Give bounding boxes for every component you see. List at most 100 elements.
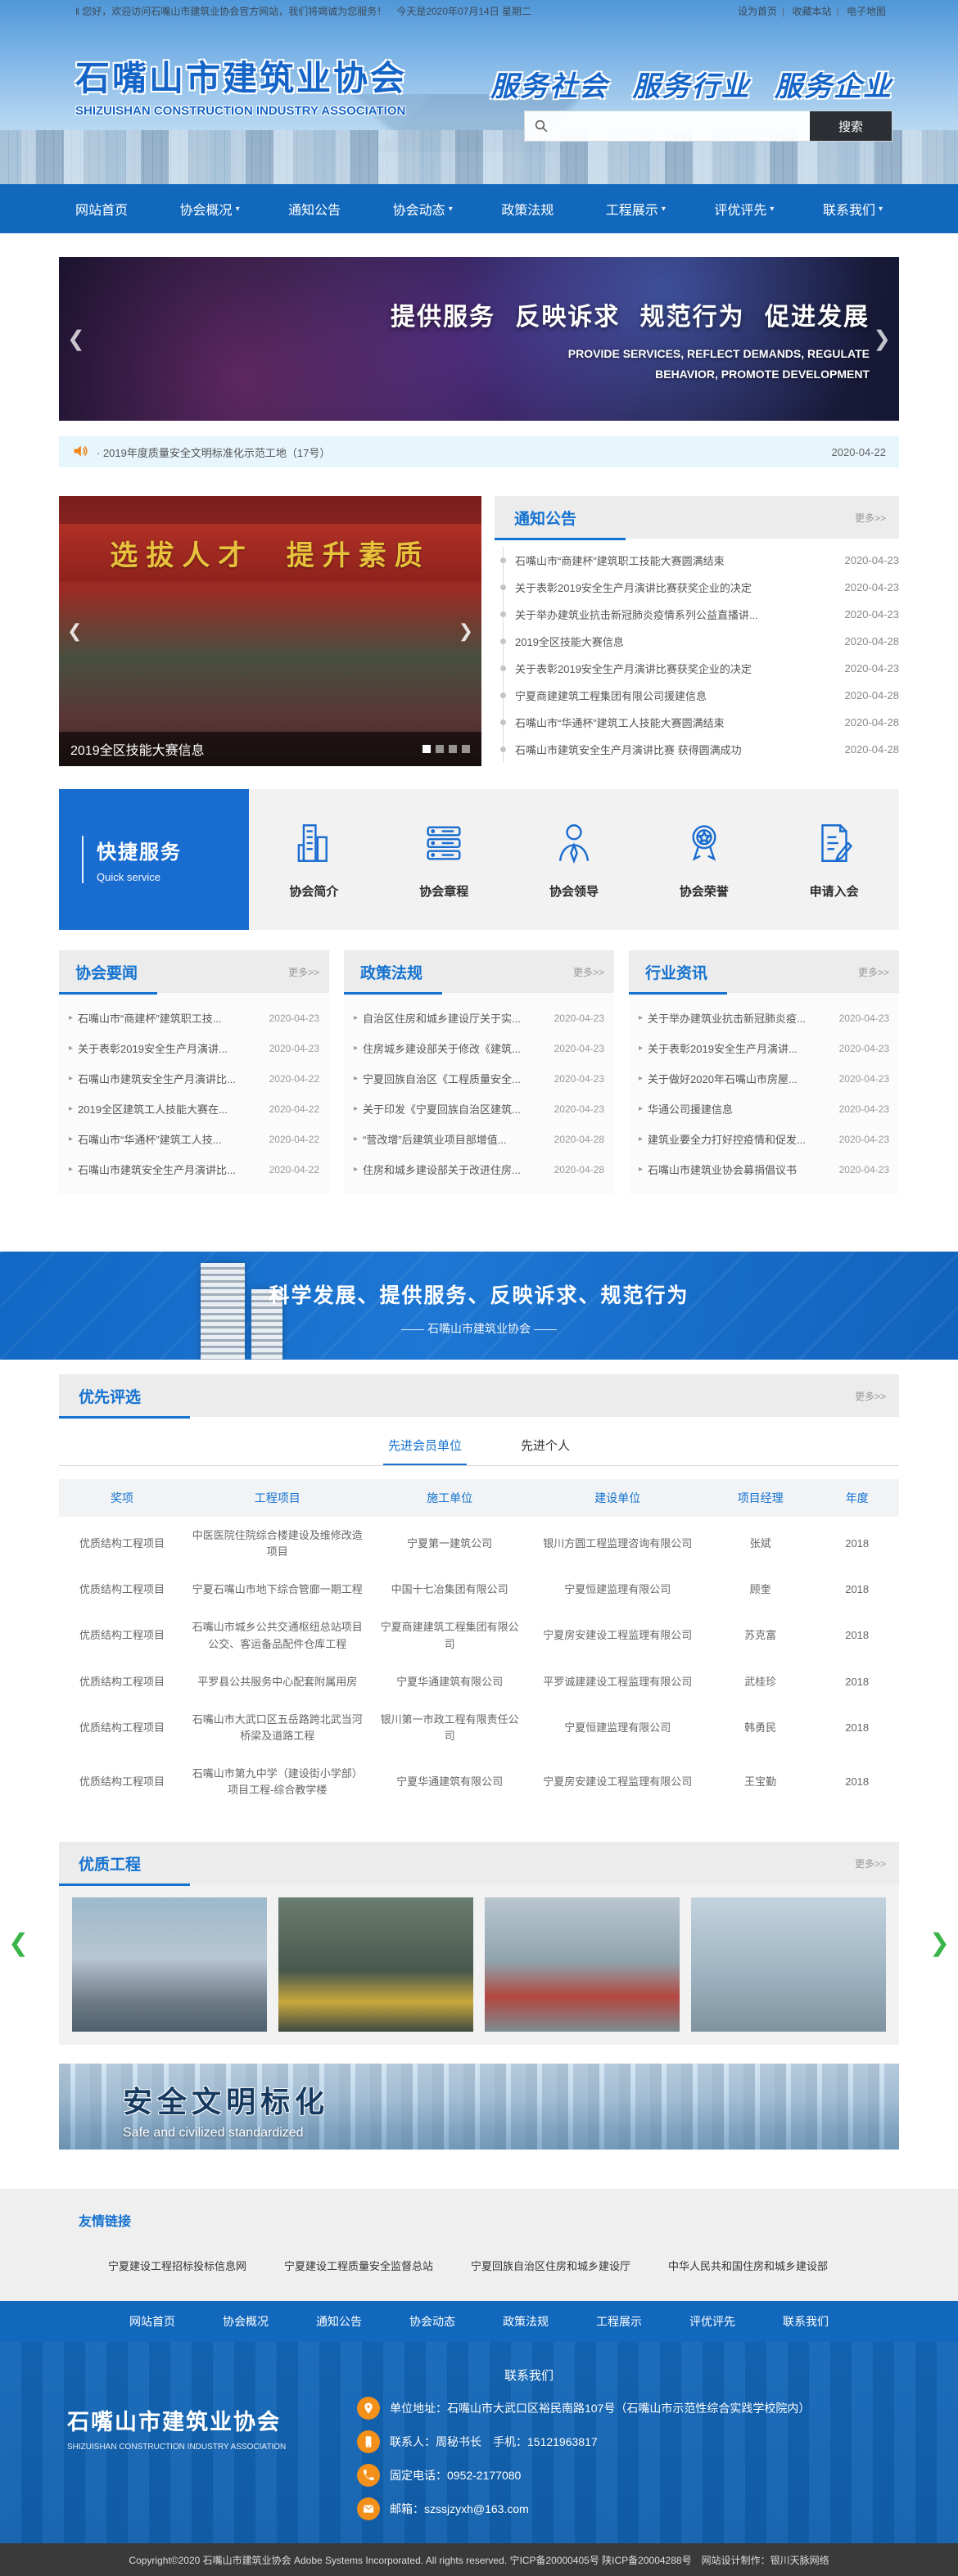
footer-nav-awards[interactable]: 评优评先: [689, 2313, 735, 2330]
list-item[interactable]: 石嘴山市“商建杯”建筑职工技能大赛圆满结束2020-04-23: [503, 547, 899, 574]
banner-subtitle: PROVIDE SERVICES, REFLECT DEMANDS, REGUL…: [391, 344, 870, 385]
project-photo[interactable]: [278, 1897, 473, 2032]
list-item[interactable]: ▸石嘴山市建筑业协会募捐倡议书2020-04-23: [639, 1154, 889, 1184]
arrow-bullet-icon: ▸: [354, 1074, 358, 1083]
carousel-next-arrow[interactable]: ❯: [459, 620, 473, 642]
list-item[interactable]: ▸宁夏回族自治区《工程质量安全...2020-04-23: [354, 1063, 604, 1094]
today-date: 今天是2020年07月14日 星期二: [396, 6, 531, 17]
carousel-dot[interactable]: [423, 745, 431, 753]
friend-link[interactable]: 中华人民共和国住房和城乡建设部: [668, 2258, 828, 2273]
news-column-header: 政策法规 更多>>: [344, 950, 614, 993]
friend-link[interactable]: 宁夏回族自治区住房和城乡建设厅: [471, 2258, 630, 2273]
list-item[interactable]: 关于表彰2019安全生产月演讲比赛获奖企业的决定2020-04-23: [503, 574, 899, 601]
list-item[interactable]: ▸住房城乡建设部关于修改《建筑...2020-04-23: [354, 1033, 604, 1063]
carousel-prev-arrow[interactable]: ❮: [67, 620, 82, 642]
quick-item-charter[interactable]: 协会章程: [419, 819, 468, 900]
list-item[interactable]: ▸自治区住房和城乡建设厅关于实...2020-04-23: [354, 1003, 604, 1033]
tab-advanced-member-units[interactable]: 先进会员单位: [383, 1423, 467, 1465]
nav-item-notices[interactable]: 通知公告: [288, 199, 344, 219]
list-item[interactable]: ▸建筑业要全力打好控疫情和促发...2020-04-23: [639, 1124, 889, 1154]
carousel-dot[interactable]: [436, 745, 444, 753]
friend-link[interactable]: 宁夏建设工程招标投标信息网: [108, 2258, 246, 2273]
footer-logo-title: 石嘴山市建筑业协会: [67, 2404, 329, 2436]
arrow-bullet-icon: ▸: [639, 1135, 643, 1144]
more-link[interactable]: 更多>>: [288, 965, 319, 979]
quality-next-arrow[interactable]: ❯: [929, 1929, 950, 1958]
more-link[interactable]: 更多>>: [855, 1389, 886, 1403]
list-item[interactable]: ▸住房和城乡建设部关于改进住房...2020-04-28: [354, 1154, 604, 1184]
location-pin-icon: [357, 2397, 380, 2420]
search-input[interactable]: [558, 111, 810, 141]
list-item[interactable]: ▸华通公司援建信息2020-04-23: [639, 1094, 889, 1124]
bullet-dot-icon: [500, 611, 506, 617]
nav-item-contact[interactable]: 联系我们▾: [823, 199, 883, 219]
tab-advanced-individuals[interactable]: 先进个人: [516, 1423, 575, 1465]
list-item[interactable]: ▸关于做好2020年石嘴山市房屋...2020-04-23: [639, 1063, 889, 1094]
set-homepage-link[interactable]: 设为首页: [738, 6, 777, 17]
footer-nav-contact[interactable]: 联系我们: [783, 2313, 829, 2330]
search-button[interactable]: 搜索: [810, 111, 892, 141]
list-item[interactable]: 石嘴山市“华通杯”建筑工人技能大赛圆满结束2020-04-28: [503, 709, 899, 736]
list-item[interactable]: 2019全区技能大赛信息2020-04-28: [503, 628, 899, 655]
list-item[interactable]: ▸石嘴山市建筑安全生产月演讲比...2020-04-22: [69, 1063, 319, 1094]
sitemap-link[interactable]: 电子地图: [847, 6, 886, 17]
banner-next-arrow[interactable]: ❯: [873, 327, 891, 352]
quick-item-apply-membership[interactable]: 申请入会: [810, 819, 859, 900]
more-link[interactable]: 更多>>: [573, 965, 604, 979]
footer-nav-notices[interactable]: 通知公告: [316, 2313, 362, 2330]
list-item[interactable]: 关于举办建筑业抗击新冠肺炎疫情系列公益直播讲...2020-04-23: [503, 601, 899, 628]
news-column-policies: 政策法规 更多>> ▸自治区住房和城乡建设厅关于实...2020-04-23 ▸…: [344, 950, 614, 1194]
list-item[interactable]: ▸关于举办建筑业抗击新冠肺炎疫...2020-04-23: [639, 1003, 889, 1033]
more-link[interactable]: 更多>>: [855, 511, 886, 525]
list-item[interactable]: 关于表彰2019安全生产月演讲比赛获奖企业的决定2020-04-23: [503, 655, 899, 682]
nav-item-home[interactable]: 网站首页: [75, 199, 131, 219]
project-photo[interactable]: [691, 1897, 886, 2032]
list-item[interactable]: ▸关于表彰2019安全生产月演讲...2020-04-23: [69, 1033, 319, 1063]
project-photo[interactable]: [72, 1897, 267, 2032]
form-pen-icon: [811, 819, 858, 871]
friend-link[interactable]: 宁夏建设工程质量安全监督总站: [284, 2258, 433, 2273]
list-item[interactable]: ▸石嘴山市“商建杯”建筑职工技...2020-04-23: [69, 1003, 319, 1033]
cell-year: 2018: [815, 1755, 899, 1809]
footer-nav-activities[interactable]: 协会动态: [409, 2313, 455, 2330]
friend-links-section: 友情链接 宁夏建设工程招标投标信息网 宁夏建设工程质量安全监督总站 宁夏回族自治…: [0, 2189, 958, 2301]
list-item[interactable]: ▸“营改增”后建筑业项目部增值...2020-04-28: [354, 1124, 604, 1154]
panel-title: 协会要闻: [75, 961, 138, 983]
banner-prev-arrow[interactable]: ❮: [67, 327, 85, 352]
arrow-bullet-icon: ▸: [69, 1104, 73, 1113]
nav-item-awards[interactable]: 评优评先▾: [714, 199, 774, 219]
quick-item-honors[interactable]: 协会荣誉: [680, 819, 729, 900]
project-photo[interactable]: [485, 1897, 680, 2032]
quick-item-association-intro[interactable]: 协会简介: [289, 819, 338, 900]
quality-prev-arrow[interactable]: ❮: [8, 1929, 29, 1958]
footer-nav-home[interactable]: 网站首页: [129, 2313, 175, 2330]
nav-item-about[interactable]: 协会概况▾: [180, 199, 240, 219]
nav-item-policies[interactable]: 政策法规: [501, 199, 557, 219]
list-item[interactable]: ▸关于印发《宁夏回族自治区建筑...2020-04-23: [354, 1094, 604, 1124]
separator: |: [837, 6, 839, 17]
footer-nav-projects[interactable]: 工程展示: [596, 2313, 642, 2330]
notices-panel: 通知公告 更多>> 石嘴山市“商建杯”建筑职工技能大赛圆满结束2020-04-2…: [495, 496, 899, 766]
list-item[interactable]: ▸石嘴山市建筑安全生产月演讲比...2020-04-22: [69, 1154, 319, 1184]
item-date: 2020-04-28: [845, 635, 900, 647]
list-item[interactable]: 宁夏商建建筑工程集团有限公司援建信息2020-04-28: [503, 682, 899, 709]
nav-item-activities[interactable]: 协会动态▾: [393, 199, 453, 219]
list-item[interactable]: 石嘴山市建筑安全生产月演讲比赛 获得圆满成功2020-04-28: [503, 736, 899, 763]
title-underline: [59, 1416, 190, 1419]
list-item[interactable]: ▸2019全区建筑工人技能大赛在...2020-04-22: [69, 1094, 319, 1124]
cell-award: 优质结构工程项目: [59, 1755, 185, 1809]
notices-panel-header: 通知公告 更多>>: [495, 496, 899, 539]
more-link[interactable]: 更多>>: [858, 965, 889, 979]
more-link[interactable]: 更多>>: [855, 1856, 886, 1870]
notices-list: 石嘴山市“商建杯”建筑职工技能大赛圆满结束2020-04-23 关于表彰2019…: [495, 547, 899, 763]
bookmark-link[interactable]: 收藏本站: [793, 6, 832, 17]
list-item[interactable]: ▸石嘴山市“华通杯”建筑工人技...2020-04-22: [69, 1124, 319, 1154]
footer-nav-about[interactable]: 协会概况: [223, 2313, 269, 2330]
footer-nav-policies[interactable]: 政策法规: [503, 2313, 549, 2330]
announcement-link[interactable]: · 2019年度质量安全文明标准化示范工地（17号）: [97, 444, 832, 460]
quick-item-leaders[interactable]: 协会领导: [549, 819, 599, 900]
list-item[interactable]: ▸关于表彰2019安全生产月演讲...2020-04-23: [639, 1033, 889, 1063]
nav-item-projects[interactable]: 工程展示▾: [606, 199, 666, 219]
carousel-dot[interactable]: [462, 745, 470, 753]
carousel-dot[interactable]: [449, 745, 457, 753]
